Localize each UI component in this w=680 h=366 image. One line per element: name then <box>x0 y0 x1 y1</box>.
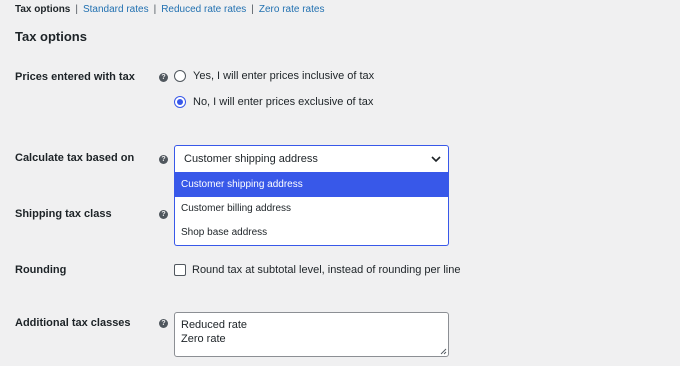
subnav-link-zero-rate-rates[interactable]: Zero rate rates <box>259 4 325 15</box>
prices-entered-label: Prices entered with tax <box>15 71 135 83</box>
dropdown-option-shop-base[interactable]: Shop base address <box>175 221 448 245</box>
radio-label-inclusive: Yes, I will enter prices inclusive of ta… <box>193 70 375 82</box>
subnav-separator: | <box>251 4 254 15</box>
rounding-checkbox[interactable] <box>174 264 186 276</box>
radio-button-checked[interactable] <box>174 96 186 108</box>
rounding-checkbox-row[interactable]: Round tax at subtotal level, instead of … <box>174 264 460 276</box>
radio-button-unchecked[interactable] <box>174 70 186 82</box>
help-icon[interactable]: ? <box>159 155 168 164</box>
chevron-down-icon <box>431 156 441 163</box>
help-icon[interactable]: ? <box>159 319 168 328</box>
calculate-tax-label: Calculate tax based on <box>15 152 135 164</box>
dropdown-option-customer-shipping[interactable]: Customer shipping address <box>175 173 448 197</box>
textarea-line: Zero rate <box>181 333 226 345</box>
rounding-label: Rounding <box>15 264 67 276</box>
shipping-tax-class-label: Shipping tax class <box>15 208 112 220</box>
subnav-separator: | <box>153 4 157 15</box>
section-title: Tax options <box>15 29 87 44</box>
rounding-checkbox-label: Round tax at subtotal level, instead of … <box>192 264 461 276</box>
help-icon[interactable]: ? <box>159 210 168 219</box>
subnav-link-reduced-rate-rates[interactable]: Reduced rate rates <box>161 4 246 15</box>
additional-tax-classes-label: Additional tax classes <box>15 317 131 329</box>
subnav-link-standard-rates[interactable]: Standard rates <box>83 4 149 15</box>
select-value: Customer shipping address <box>184 153 318 165</box>
radio-prices-exclusive[interactable]: No, I will enter prices exclusive of tax <box>174 96 373 108</box>
radio-label-exclusive: No, I will enter prices exclusive of tax <box>193 96 374 108</box>
resize-handle-icon[interactable] <box>440 348 447 355</box>
help-icon[interactable]: ? <box>159 73 168 82</box>
textarea-line: Reduced rate <box>181 319 248 331</box>
dropdown-option-customer-billing[interactable]: Customer billing address <box>175 197 448 221</box>
subnav-current-tax-options: Tax options <box>15 4 71 15</box>
calculate-tax-select[interactable]: Customer shipping address <box>174 145 449 173</box>
radio-prices-inclusive[interactable]: Yes, I will enter prices inclusive of ta… <box>174 70 374 82</box>
subnav-separator: | <box>75 4 78 15</box>
tax-subnav: Tax options | Standard rates | Reduced rate … <box>15 4 324 16</box>
additional-tax-classes-textarea[interactable]: Reduced rate Zero rate <box>174 312 449 357</box>
calculate-tax-dropdown-list: Customer shipping address Customer billi… <box>174 173 449 246</box>
